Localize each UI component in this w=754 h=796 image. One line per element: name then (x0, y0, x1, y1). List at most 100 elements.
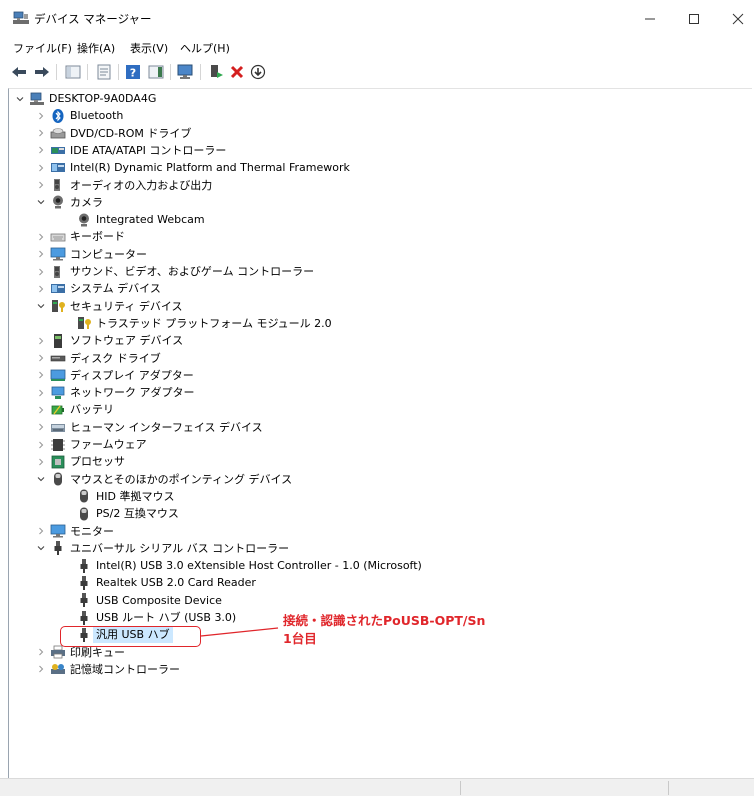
scan-hardware-button[interactable] (177, 63, 195, 81)
properties-button[interactable] (95, 63, 113, 81)
callout-line1: 接続・認識されたPoUSB-OPT/Sn (283, 613, 486, 628)
tree-node[interactable]: Intel(R) Dynamic Platform and Thermal Fr… (36, 159, 350, 176)
chevron-right-icon[interactable] (36, 350, 46, 367)
forward-button[interactable] (33, 63, 51, 81)
tree-node[interactable]: コンピューター (36, 246, 147, 263)
tree-node[interactable]: ファームウェア (36, 436, 147, 453)
menu-view[interactable]: 表示(V) (130, 40, 168, 56)
tree-node-label: トラステッド プラットフォーム モジュール 2.0 (96, 316, 332, 330)
chevron-right-icon[interactable] (36, 159, 46, 176)
back-button[interactable] (10, 63, 28, 81)
tree-node[interactable]: モニター (36, 523, 114, 540)
security-key-icon (76, 315, 92, 331)
chevron-right-icon[interactable] (36, 246, 46, 263)
system-device-icon (50, 281, 66, 297)
chevron-right-icon[interactable] (36, 644, 46, 661)
tree-node[interactable]: Integrated Webcam (62, 211, 205, 228)
chevron-right-icon[interactable] (36, 401, 46, 418)
chevron-right-icon[interactable] (36, 367, 46, 384)
tree-node[interactable]: Realtek USB 2.0 Card Reader (62, 574, 256, 591)
tree-node[interactable]: バッテリ (36, 401, 114, 418)
device-manager-icon (13, 11, 29, 25)
chevron-down-icon[interactable] (36, 540, 46, 557)
tree-node[interactable]: ディスプレイ アダプター (36, 367, 194, 384)
tree-node[interactable]: HID 準拠マウス (62, 488, 174, 505)
tree-node[interactable]: ネットワーク アダプター (36, 384, 195, 401)
tree-node[interactable]: PS/2 互換マウス (62, 505, 179, 522)
chevron-right-icon[interactable] (36, 453, 46, 470)
chevron-right-icon[interactable] (36, 661, 46, 678)
menu-help[interactable]: ヘルプ(H) (180, 40, 230, 56)
tree-node[interactable]: Bluetooth (36, 107, 123, 124)
tree-node[interactable]: ソフトウェア デバイス (36, 332, 183, 349)
chevron-down-icon[interactable] (36, 298, 46, 315)
tree-node[interactable]: トラステッド プラットフォーム モジュール 2.0 (62, 315, 332, 332)
chevron-right-icon[interactable] (36, 280, 46, 297)
help-button[interactable]: ? (124, 63, 142, 81)
chevron-right-icon[interactable] (36, 419, 46, 436)
chevron-down-icon[interactable] (36, 194, 46, 211)
action-pane-icon (148, 65, 164, 79)
scan-monitor-icon (177, 64, 193, 79)
tree-node[interactable]: マウスとそのほかのポインティング デバイス (36, 471, 292, 488)
tree-node[interactable]: ヒューマン インターフェイス デバイス (36, 419, 263, 436)
tree-node[interactable]: Intel(R) USB 3.0 eXtensible Host Control… (62, 557, 422, 574)
disk-drive-icon (50, 350, 66, 366)
tree-node[interactable]: システム デバイス (36, 280, 161, 297)
chevron-right-icon[interactable] (36, 125, 46, 142)
chevron-right-icon[interactable] (36, 107, 46, 124)
show-hide-tree-button[interactable] (64, 63, 82, 81)
tree-node[interactable]: ユニバーサル シリアル バス コントローラー (36, 540, 289, 557)
arrow-right-icon (35, 67, 49, 77)
chevron-right-icon[interactable] (36, 263, 46, 280)
maximize-button[interactable] (674, 6, 714, 32)
chevron-right-icon[interactable] (36, 142, 46, 159)
tree-node[interactable]: 記憶域コントローラー (36, 661, 180, 678)
tree-node-label: システム デバイス (70, 282, 161, 296)
tree-node[interactable]: サウンド、ビデオ、およびゲーム コントローラー (36, 263, 314, 280)
tree-node[interactable]: セキュリティ デバイス (36, 298, 183, 315)
tree-node[interactable]: ディスク ドライブ (36, 350, 161, 367)
chevron-down-icon[interactable] (36, 471, 46, 488)
status-bar (0, 778, 754, 796)
tree-node[interactable]: USB Composite Device (62, 592, 222, 609)
chevron-right-icon[interactable] (36, 523, 46, 540)
tree-node-label: ソフトウェア デバイス (70, 334, 184, 348)
properties-icon (97, 64, 111, 80)
enable-device-button[interactable] (249, 63, 267, 81)
bluetooth-icon (50, 108, 66, 124)
chevron-right-icon[interactable] (36, 228, 46, 245)
callout-highlight-box (60, 626, 201, 647)
tree-node[interactable]: キーボード (36, 228, 125, 245)
tree-node-label: オーディオの入力および出力 (70, 178, 213, 192)
chevron-right-icon[interactable] (36, 436, 46, 453)
tree-node-label: ユニバーサル シリアル バス コントローラー (70, 541, 290, 555)
tree-node[interactable]: USB ルート ハブ (USB 3.0) (62, 609, 236, 626)
minimize-button[interactable] (630, 6, 670, 32)
tree-node-label: キーボード (70, 230, 125, 244)
tree-node-label: USB ルート ハブ (USB 3.0) (96, 611, 237, 624)
tree-node[interactable]: DVD/CD-ROM ドライブ (36, 125, 191, 142)
tree-node[interactable]: プロセッサ (36, 453, 125, 470)
device-tree: DESKTOP-9A0DA4G Bluetooth DVD/CD-ROM ドライブ I… (8, 88, 752, 778)
menu-action[interactable]: 操作(A) (77, 40, 115, 56)
tree-node-label: バッテリ (70, 403, 114, 417)
close-button[interactable] (718, 6, 754, 32)
tree-node[interactable]: DESKTOP-9A0DA4G (15, 90, 156, 107)
security-key-icon (50, 298, 66, 314)
tree-node[interactable]: オーディオの入力および出力 (36, 177, 212, 194)
tree-node-label: モニター (70, 524, 114, 538)
chevron-right-icon[interactable] (36, 177, 46, 194)
update-driver-button[interactable] (207, 63, 225, 81)
tree-node[interactable]: カメラ (36, 194, 103, 211)
chevron-down-icon[interactable] (15, 90, 25, 107)
uninstall-button[interactable] (228, 63, 246, 81)
chevron-right-icon[interactable] (36, 332, 46, 349)
menu-file[interactable]: ファイル(F) (13, 40, 72, 56)
chevron-right-icon[interactable] (36, 384, 46, 401)
tree-node[interactable]: IDE ATA/ATAPI コントローラー (36, 142, 226, 159)
computer-icon (29, 91, 45, 107)
toolbar: ? (0, 58, 754, 85)
action-pane-button[interactable] (147, 63, 165, 81)
svg-text:?: ? (130, 67, 136, 80)
